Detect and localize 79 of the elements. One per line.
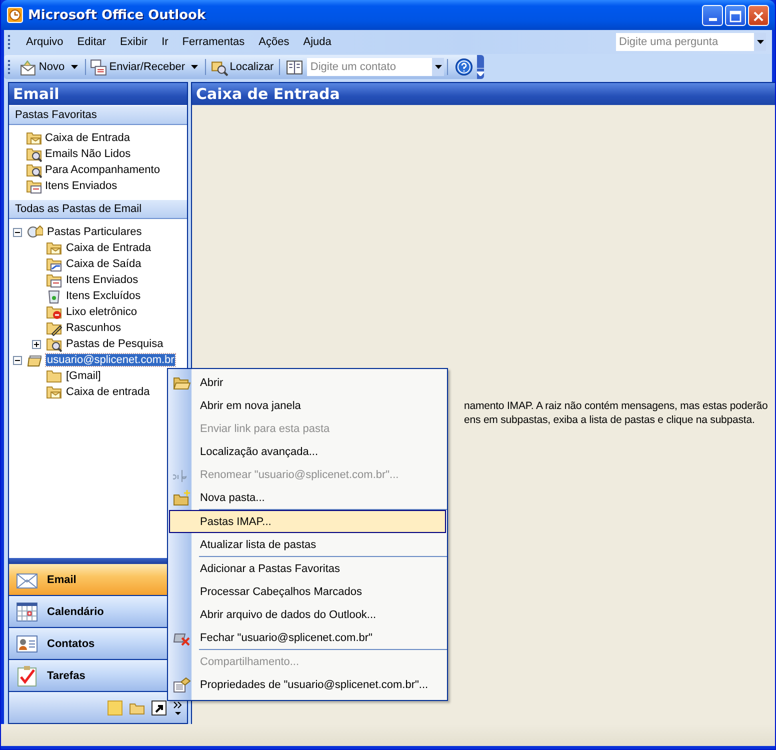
folder-icon <box>46 384 62 400</box>
calendar-icon <box>15 600 39 624</box>
envelope-icon <box>20 58 37 76</box>
folder-icon <box>46 272 62 288</box>
menu-item[interactable]: Ajuda <box>296 34 338 50</box>
send-receive-icon <box>90 58 108 76</box>
menu-item[interactable]: Abrir <box>169 371 446 394</box>
menu-item[interactable]: Abrir em nova janela <box>169 394 446 417</box>
toolbar-button[interactable]: Localizar <box>208 56 276 78</box>
menu-item[interactable]: Nova pasta... <box>169 486 446 509</box>
message-text: ens em subpastas, exiba a lista de pastas e clique na subpasta. <box>464 413 756 427</box>
folder-icon <box>46 304 62 320</box>
menu-item[interactable]: Exibir <box>113 34 155 50</box>
minimize-button[interactable] <box>702 4 723 26</box>
collapse-toggle[interactable] <box>12 356 23 364</box>
message-text: namento IMAP. A raiz não contém mensagens, mas estas poderão <box>464 399 769 413</box>
favorite-folder[interactable]: Para Acompanhamento <box>26 162 187 178</box>
caret-icon <box>70 65 78 69</box>
contact-field[interactable]: Digite um contato <box>307 58 444 76</box>
close-button[interactable] <box>748 4 769 26</box>
menu-item[interactable]: Ir <box>154 34 176 50</box>
search-icon <box>210 58 228 76</box>
checkmark-clipboard-icon <box>15 664 39 688</box>
folder-icon <box>26 130 42 146</box>
tree-item[interactable]: Caixa de Entrada <box>65 242 152 254</box>
minimize-icon <box>708 18 716 20</box>
section-header: Pastas Favoritas <box>9 105 187 125</box>
toolbar-options-button[interactable] <box>477 55 484 79</box>
tree-item[interactable]: Caixa de entrada <box>65 386 151 398</box>
caret-icon <box>191 65 198 69</box>
tree-item[interactable]: Caixa de Saída <box>65 258 142 270</box>
folder-icon <box>46 256 62 272</box>
maximize-button[interactable] <box>725 4 746 26</box>
tree-item[interactable]: Pastas de Pesquisa <box>65 338 164 350</box>
menu-item[interactable]: Editar <box>70 34 114 50</box>
help-icon[interactable] <box>455 58 474 76</box>
tree-item[interactable]: Rascunhos <box>65 322 122 334</box>
folder-icon <box>46 368 62 384</box>
tree-item[interactable]: [Gmail] <box>65 370 102 382</box>
toolbar-button[interactable]: Enviar/Receber <box>88 56 188 78</box>
tree-item[interactable]: usuario@splicenet.com.br <box>46 354 176 366</box>
shortcut-icon[interactable] <box>151 700 167 716</box>
tree-item[interactable]: Itens Enviados <box>65 274 140 286</box>
favorite-folder[interactable]: Emails Não Lidos <box>26 146 187 162</box>
folder-icon <box>26 162 42 178</box>
caret-icon <box>756 40 764 44</box>
collapse-toggle[interactable] <box>12 228 23 236</box>
personal-folders-icon <box>27 224 43 240</box>
address-book-icon[interactable] <box>286 58 304 76</box>
menu-item[interactable]: Ferramentas <box>175 34 252 50</box>
new-folder-icon <box>172 490 190 506</box>
tree-item[interactable]: Lixo eletrônico <box>65 306 138 318</box>
folder-icon <box>46 336 62 352</box>
expand-toggle[interactable] <box>32 340 41 348</box>
menu-item[interactable]: Ações <box>252 34 296 50</box>
tree-item[interactable]: Pastas Particulares <box>46 226 143 238</box>
trash-icon <box>46 288 62 304</box>
open-folder-icon <box>172 374 190 390</box>
window-title: Microsoft Office Outlook <box>28 8 206 22</box>
properties-icon <box>172 676 190 692</box>
caret-icon <box>434 65 442 69</box>
menu-item[interactable]: Localização avançada... <box>169 440 446 463</box>
menu-item[interactable]: Arquivo <box>19 34 70 50</box>
favorite-folder[interactable]: Itens Enviados <box>26 178 187 194</box>
menu-item[interactable]: Pastas IMAP... <box>169 510 446 533</box>
toolbar-button[interactable]: Novo <box>18 56 67 78</box>
folder-icon <box>26 178 42 194</box>
folder-icon <box>26 146 42 162</box>
tree-item[interactable]: Itens Excluídos <box>65 290 142 302</box>
menu-item[interactable]: Atualizar lista de pastas <box>169 533 446 556</box>
folder-icon <box>46 240 62 256</box>
outlook-clock-icon <box>7 7 23 23</box>
pane-title: Caixa de Entrada <box>192 83 775 105</box>
favorite-folder[interactable]: Caixa de Entrada <box>26 130 187 146</box>
configure-buttons-icon[interactable] <box>173 700 183 716</box>
pane-title: Email <box>9 83 187 105</box>
section-header: Todas as Pastas de Email <box>9 199 187 219</box>
question-field[interactable]: Digite uma pergunta <box>616 33 766 51</box>
folder-icon <box>46 320 62 336</box>
